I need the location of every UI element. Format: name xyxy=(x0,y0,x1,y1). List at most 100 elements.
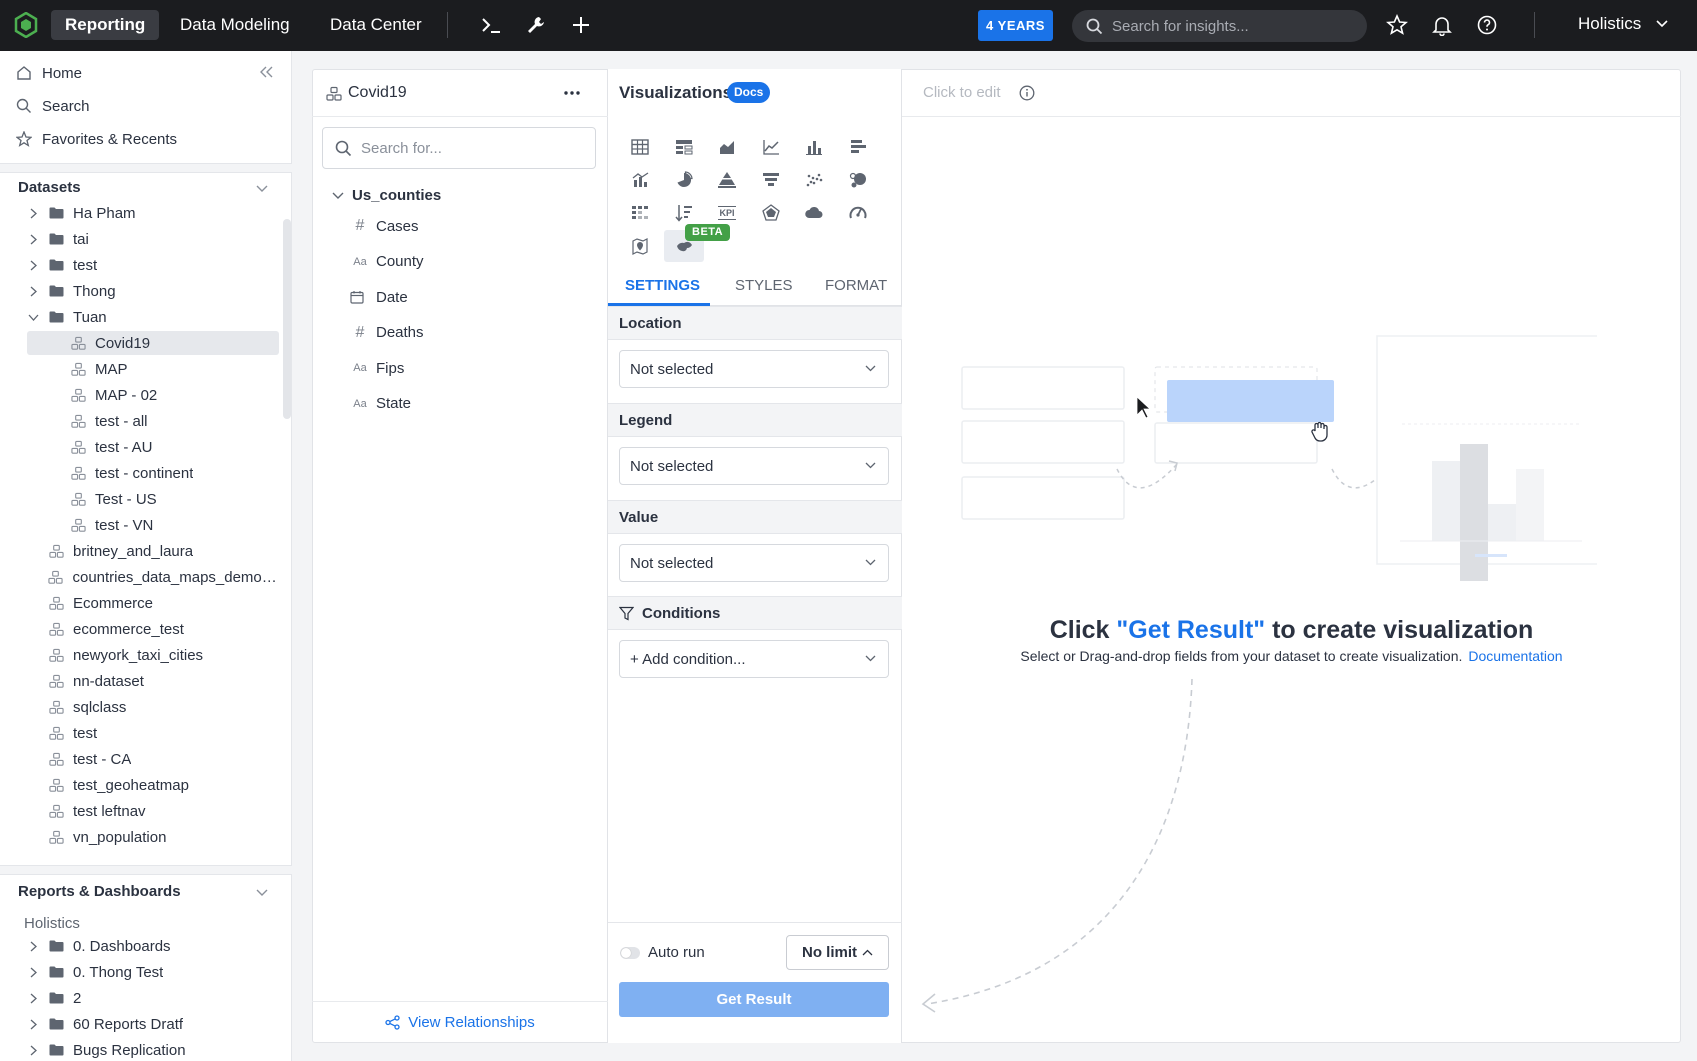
nav-reporting[interactable]: Reporting xyxy=(51,10,160,40)
field-item[interactable]: Date xyxy=(350,284,408,310)
field-search[interactable] xyxy=(322,127,596,169)
sidebar-favorites[interactable]: Favorites & Recents xyxy=(16,127,177,151)
dataset-item[interactable]: Covid19 xyxy=(27,331,279,355)
chevron-down-icon[interactable] xyxy=(256,185,268,193)
sidebar-search[interactable]: Search xyxy=(16,94,90,118)
docs-badge[interactable]: Docs xyxy=(727,82,771,103)
chevron-down-icon[interactable] xyxy=(1656,19,1668,29)
pivot-table-icon[interactable] xyxy=(664,131,704,163)
view-relationships-link[interactable]: View Relationships xyxy=(312,1001,608,1043)
more-options-icon[interactable] xyxy=(564,91,580,95)
field-item[interactable]: # Cases xyxy=(350,213,419,239)
report-folder-item[interactable]: 2 xyxy=(27,986,279,1010)
datasets-title[interactable]: Datasets xyxy=(18,179,81,196)
holistics-logo-icon[interactable] xyxy=(14,12,38,38)
add-condition-select[interactable]: + Add condition... xyxy=(619,640,889,678)
scatter-chart-icon[interactable] xyxy=(794,164,834,196)
toggle-switch[interactable] xyxy=(620,946,640,959)
row-limit-select[interactable]: No limit xyxy=(786,935,889,970)
field-item[interactable]: Aa State xyxy=(350,391,411,417)
chevron-right-icon[interactable] xyxy=(27,1045,39,1056)
dataset-item[interactable]: MAP xyxy=(27,357,279,381)
chevron-right-icon[interactable] xyxy=(27,967,39,978)
folder-item[interactable]: Ha Pham xyxy=(27,201,279,225)
field-search-input[interactable] xyxy=(361,128,581,168)
dataset-item[interactable]: test - AU xyxy=(27,435,279,459)
bubble-chart-icon[interactable] xyxy=(838,164,878,196)
plan-years-badge[interactable]: 4 YEARS xyxy=(978,10,1053,41)
dataset-item[interactable]: test xyxy=(27,721,279,745)
dataset-item[interactable]: vn_population xyxy=(27,825,279,849)
value-select[interactable]: Not selected xyxy=(619,544,889,582)
dataset-item[interactable]: test - VN xyxy=(27,513,279,537)
report-folder-item[interactable]: 0. Dashboards xyxy=(27,934,279,958)
chevron-right-icon[interactable] xyxy=(27,941,39,952)
nav-data-center[interactable]: Data Center xyxy=(316,10,436,40)
column-chart-icon[interactable] xyxy=(794,131,834,163)
plus-icon[interactable] xyxy=(570,14,592,36)
terminal-icon[interactable] xyxy=(480,14,502,36)
star-icon[interactable] xyxy=(1386,14,1408,36)
dataset-item[interactable]: MAP - 02 xyxy=(27,383,279,407)
insights-search-input[interactable] xyxy=(1112,10,1352,42)
dataset-item[interactable]: test - continent xyxy=(27,461,279,485)
report-folder-item[interactable]: 0. Thong Test xyxy=(27,960,279,984)
chevron-right-icon[interactable] xyxy=(27,286,39,297)
nav-data-modeling[interactable]: Data Modeling xyxy=(166,10,304,40)
conversion-funnel-icon[interactable] xyxy=(620,197,660,229)
area-chart-icon[interactable] xyxy=(707,131,747,163)
bar-chart-icon[interactable] xyxy=(838,131,878,163)
info-icon[interactable] xyxy=(1019,85,1035,101)
dataset-item[interactable]: test_geoheatmap xyxy=(27,773,279,797)
user-menu[interactable]: Holistics xyxy=(1578,14,1641,34)
help-icon[interactable] xyxy=(1476,14,1498,36)
chevron-right-icon[interactable] xyxy=(27,1019,39,1030)
reports-title[interactable]: Reports & Dashboards xyxy=(18,883,181,900)
bell-icon[interactable] xyxy=(1431,14,1453,36)
folder-item[interactable]: Thong xyxy=(27,279,279,303)
get-result-button[interactable]: Get Result xyxy=(619,982,889,1017)
word-cloud-icon[interactable] xyxy=(794,197,834,229)
point-map-icon[interactable] xyxy=(620,230,660,262)
chevron-right-icon[interactable] xyxy=(27,260,39,271)
click-to-edit-title[interactable]: Click to edit xyxy=(923,84,1001,101)
combination-chart-icon[interactable] xyxy=(620,164,660,196)
tab-format[interactable]: FORMAT xyxy=(825,277,887,294)
field-item[interactable]: Aa Fips xyxy=(350,355,404,381)
sidebar-scrollbar[interactable] xyxy=(283,219,291,419)
sidebar-home[interactable]: Home xyxy=(16,61,82,85)
folder-item[interactable]: test xyxy=(27,253,279,277)
tab-settings[interactable]: SETTINGS xyxy=(625,277,700,294)
chevron-right-icon[interactable] xyxy=(27,234,39,245)
documentation-link[interactable]: Documentation xyxy=(1468,648,1562,664)
dataset-item[interactable]: test - CA xyxy=(27,747,279,771)
insights-search[interactable] xyxy=(1072,10,1367,42)
table-icon[interactable] xyxy=(620,131,660,163)
folder-item[interactable]: Tuan xyxy=(27,305,279,329)
chevron-down-icon[interactable] xyxy=(256,889,268,897)
line-chart-icon[interactable] xyxy=(751,131,791,163)
collapse-sidebar-icon[interactable] xyxy=(260,66,274,78)
chevron-right-icon[interactable] xyxy=(27,993,39,1004)
dataset-item[interactable]: Test - US xyxy=(27,487,279,511)
gauge-icon[interactable] xyxy=(838,197,878,229)
location-select[interactable]: Not selected xyxy=(619,350,889,388)
field-item[interactable]: Aa County xyxy=(350,249,423,275)
report-folder-item[interactable]: 60 Reports Dratf xyxy=(27,1012,279,1036)
wrench-icon[interactable] xyxy=(525,14,547,36)
model-us-counties[interactable]: Us_counties xyxy=(332,187,441,204)
pyramid-chart-icon[interactable] xyxy=(707,164,747,196)
dataset-item[interactable]: britney_and_laura xyxy=(27,539,279,563)
dataset-item[interactable]: test - all xyxy=(27,409,279,433)
dataset-item[interactable]: newyork_taxi_cities xyxy=(27,643,279,667)
legend-select[interactable]: Not selected xyxy=(619,447,889,485)
field-item[interactable]: # Deaths xyxy=(350,320,424,346)
radar-chart-icon[interactable] xyxy=(751,197,791,229)
chevron-down-icon[interactable] xyxy=(27,314,39,321)
pie-chart-icon[interactable] xyxy=(664,164,704,196)
funnel-chart-icon[interactable] xyxy=(751,164,791,196)
chevron-right-icon[interactable] xyxy=(27,208,39,219)
dataset-item[interactable]: countries_data_maps_demo_... xyxy=(27,565,279,589)
dataset-item[interactable]: Ecommerce xyxy=(27,591,279,615)
folder-item[interactable]: tai xyxy=(27,227,279,251)
